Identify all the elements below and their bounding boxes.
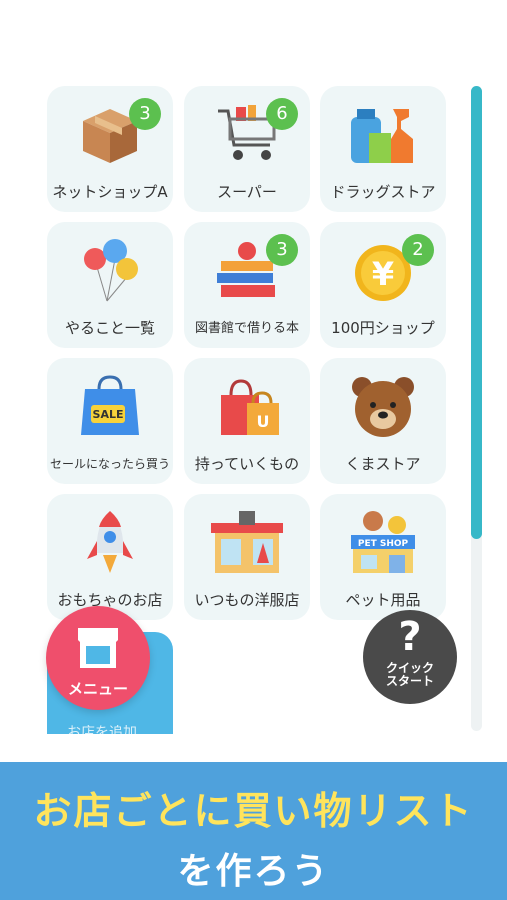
tile-label: スーパー bbox=[217, 183, 277, 201]
shop-tile-take-along[interactable]: U 持っていくもの bbox=[184, 358, 310, 484]
shopping-bags-icon: U bbox=[184, 366, 310, 446]
shop-tile-100yen[interactable]: ¥ 2 100円ショップ bbox=[320, 222, 446, 348]
item-count-badge: 2 bbox=[402, 234, 434, 266]
shop-tile-sale[interactable]: SALE セールになったら買う bbox=[47, 358, 173, 484]
shop-tile-supermarket[interactable]: 6 スーパー bbox=[184, 86, 310, 212]
shop-tile-toy-store[interactable]: おもちゃのお店 bbox=[47, 494, 173, 620]
tile-label: 持っていくもの bbox=[194, 455, 300, 473]
sale-bag-icon: SALE bbox=[47, 366, 173, 446]
scrollbar[interactable] bbox=[471, 86, 482, 731]
tile-label: くまストア bbox=[345, 455, 421, 473]
tile-label: ネットショップA bbox=[52, 183, 168, 201]
shop-tile-clothing[interactable]: いつもの洋服店 bbox=[184, 494, 310, 620]
shop-tile-todo[interactable]: やること一覧 bbox=[47, 222, 173, 348]
tile-label: ペット用品 bbox=[345, 591, 421, 609]
tile-label: セールになったら買う bbox=[49, 457, 170, 471]
menu-label: メニュー bbox=[67, 680, 128, 698]
item-count-badge: 3 bbox=[129, 98, 161, 130]
add-store-label: お店を追加 bbox=[67, 725, 137, 734]
shop-tile-bear-store[interactable]: くまストア bbox=[320, 358, 446, 484]
sale-tag: SALE bbox=[93, 408, 124, 421]
shop-tile-pet-supplies[interactable]: PET SHOP ペット用品 bbox=[320, 494, 446, 620]
banner-line-1: お店ごとに買い物リスト bbox=[33, 789, 474, 833]
tile-label: 100円ショップ bbox=[331, 319, 435, 337]
shop-tile-library[interactable]: 3 図書館で借りる本 bbox=[184, 222, 310, 348]
yen-glyph: ¥ bbox=[372, 255, 394, 293]
rocket-icon bbox=[47, 502, 173, 582]
clothing-store-icon bbox=[184, 502, 310, 582]
quick-start-button[interactable]: ? クイック スタート bbox=[363, 610, 457, 704]
item-count-badge: 3 bbox=[266, 234, 298, 266]
shop-tile-netshop[interactable]: 3 ネットショップA bbox=[47, 86, 173, 212]
balloons-icon bbox=[47, 230, 173, 310]
item-count-badge: 6 bbox=[266, 98, 298, 130]
cleaning-products-icon bbox=[320, 94, 446, 174]
promo-banner: お店ごとに買い物リスト を作ろう bbox=[0, 762, 507, 900]
bear-icon bbox=[320, 366, 446, 446]
pet-shop-sign: PET SHOP bbox=[358, 539, 409, 549]
menu-button[interactable]: メニュー bbox=[46, 606, 150, 710]
tile-label: 図書館で借りる本 bbox=[194, 321, 299, 336]
tile-label: いつもの洋服店 bbox=[194, 591, 300, 609]
tile-label: やること一覧 bbox=[64, 319, 155, 337]
quick-start-label: クイック スタート bbox=[385, 661, 434, 688]
scrollbar-thumb[interactable] bbox=[471, 86, 482, 539]
bag-letter: U bbox=[257, 412, 270, 431]
tile-label: ドラッグストア bbox=[330, 183, 436, 201]
pet-shop-icon: PET SHOP bbox=[320, 502, 446, 582]
question-mark-icon: ? bbox=[398, 614, 422, 660]
storefront-icon bbox=[78, 628, 118, 668]
shop-tile-drugstore[interactable]: ドラッグストア bbox=[320, 86, 446, 212]
banner-line-2: を作ろう bbox=[177, 851, 330, 892]
